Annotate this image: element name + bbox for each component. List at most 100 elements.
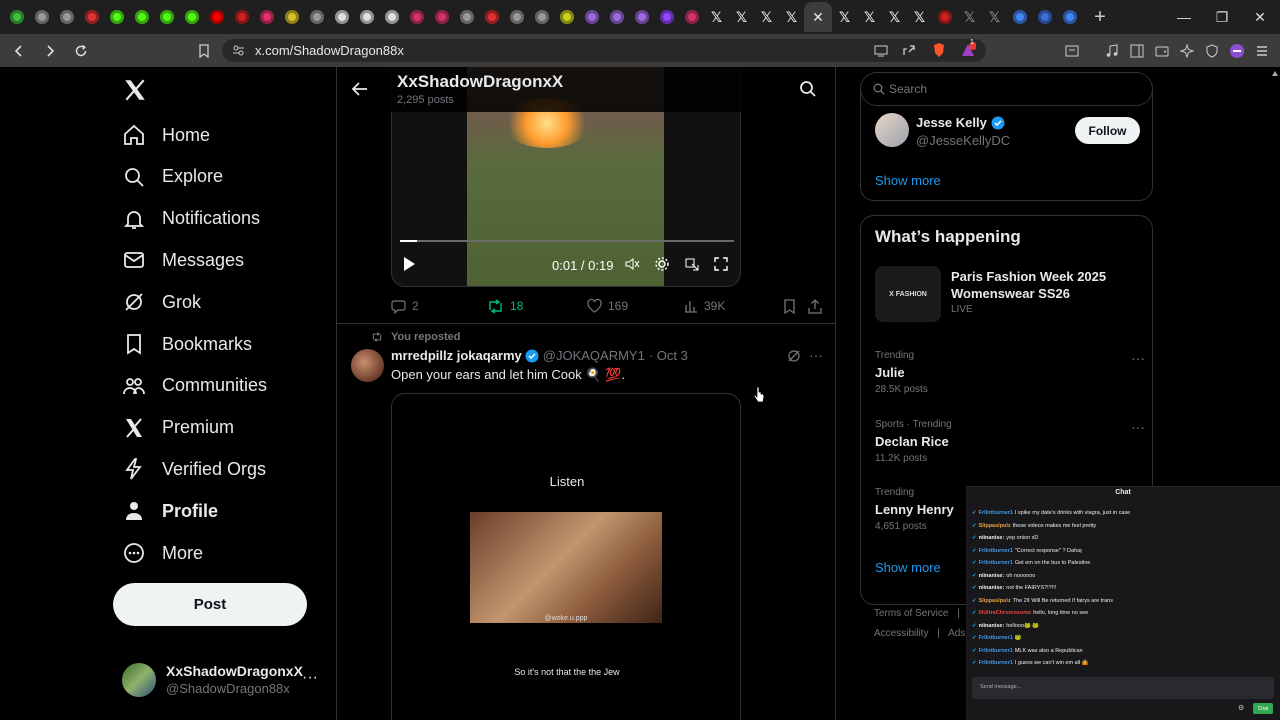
browser-tab[interactable]: 𝕏 xyxy=(957,2,982,32)
like-button[interactable]: 169 xyxy=(587,297,628,315)
browser-tab[interactable] xyxy=(229,2,254,32)
browser-tab[interactable]: 𝕏 xyxy=(754,2,779,32)
grok-icon[interactable] xyxy=(787,349,801,363)
nav-item-messages[interactable]: Messages xyxy=(122,240,244,280)
browser-tab[interactable] xyxy=(454,2,479,32)
browser-tab[interactable]: 𝕏 xyxy=(982,2,1007,32)
browser-tab[interactable] xyxy=(104,2,129,32)
terms-link[interactable]: Terms of Service xyxy=(874,608,948,619)
chat-username[interactable]: Fr0ntburner1 xyxy=(979,560,1013,566)
share-post-button[interactable] xyxy=(808,297,828,315)
show-more-link[interactable]: Show more xyxy=(875,173,941,188)
back-icon[interactable] xyxy=(6,38,31,63)
avatar[interactable] xyxy=(351,349,384,382)
nav-item-profile[interactable]: Profile xyxy=(122,491,218,531)
bookmark-button[interactable] xyxy=(783,297,802,315)
browser-tab[interactable]: 𝕏 xyxy=(729,2,754,32)
back-arrow-icon[interactable] xyxy=(351,80,369,98)
browser-tab[interactable]: 𝕏 xyxy=(832,2,857,32)
chat-username[interactable]: 0hXtraChromosome xyxy=(979,610,1032,616)
browser-tab[interactable] xyxy=(404,2,429,32)
brave-shield-icon[interactable] xyxy=(932,42,946,58)
chat-username[interactable]: Fr0ntburner1 xyxy=(979,648,1013,654)
nav-item-verified-orgs[interactable]: Verified Orgs xyxy=(122,449,266,489)
browser-tab[interactable] xyxy=(579,2,604,32)
browser-tab[interactable] xyxy=(79,2,104,32)
browser-tab[interactable] xyxy=(329,2,354,32)
trend-item[interactable]: Sports · Trending Declan Rice 11.2K posts ·… xyxy=(875,419,1145,475)
video-player[interactable]: Listen @woke.u.ppp So it's not that the … xyxy=(391,393,741,720)
scroll-up-icon[interactable] xyxy=(1272,71,1278,76)
show-more-link[interactable]: Show more xyxy=(875,560,941,575)
browser-tab[interactable] xyxy=(654,2,679,32)
browser-tab[interactable] xyxy=(504,2,529,32)
browser-tab[interactable] xyxy=(154,2,179,32)
nav-item-communities[interactable]: Communities xyxy=(122,366,267,406)
repost-button[interactable]: 18 xyxy=(487,297,523,315)
browser-tab[interactable] xyxy=(1032,2,1057,32)
browser-tab[interactable] xyxy=(179,2,204,32)
site-info-icon[interactable] xyxy=(232,44,245,57)
browser-tab[interactable] xyxy=(679,2,704,32)
browser-tab[interactable] xyxy=(4,2,29,32)
nav-item-explore[interactable]: Explore xyxy=(122,157,223,197)
search-input[interactable]: Search xyxy=(860,72,1153,106)
trend-item[interactable]: Trending Julie 28.5K posts ··· xyxy=(875,350,1145,406)
chat-username[interactable]: Fr0ntburner1 xyxy=(979,548,1013,554)
browser-tab[interactable]: 𝕏 xyxy=(704,2,729,32)
tab-search-icon[interactable] xyxy=(1062,41,1082,61)
chat-username[interactable]: Fr0ntburner1 xyxy=(979,660,1013,666)
browser-tab[interactable] xyxy=(604,2,629,32)
restore-icon[interactable]: ❐ xyxy=(1203,0,1241,34)
chat-username[interactable]: Fr0ntburner1 xyxy=(979,635,1013,641)
settings-gear-icon[interactable] xyxy=(654,254,670,274)
sidebar-icon[interactable] xyxy=(1127,41,1147,61)
browser-tab[interactable] xyxy=(932,2,957,32)
accessibility-link[interactable]: Accessibility xyxy=(874,628,928,639)
browser-tab[interactable] xyxy=(554,2,579,32)
share-icon[interactable] xyxy=(902,43,916,57)
chat-username[interactable]: Slippaslpulz xyxy=(979,598,1011,604)
browser-tab[interactable] xyxy=(54,2,79,32)
browser-tab[interactable]: 𝕏 xyxy=(857,2,882,32)
chat-username[interactable]: Fr0ntburner1 xyxy=(979,510,1013,516)
browser-tab[interactable] xyxy=(254,2,279,32)
browser-tab[interactable]: 𝕏 xyxy=(779,2,804,32)
new-tab-button[interactable]: + xyxy=(1086,3,1114,31)
nav-item-grok[interactable]: Grok xyxy=(122,282,201,322)
browser-tab[interactable] xyxy=(279,2,304,32)
chat-username[interactable]: Slippaslpulz xyxy=(979,523,1011,529)
video-progress-bar[interactable] xyxy=(400,240,734,242)
nav-item-bookmarks[interactable]: Bookmarks xyxy=(122,324,252,364)
chat-username[interactable]: niinanise: xyxy=(979,573,1005,579)
chat-username[interactable]: niinanise: xyxy=(979,585,1005,591)
browser-tab[interactable] xyxy=(129,2,154,32)
wallet-icon[interactable] xyxy=(1152,41,1172,61)
browser-tab[interactable] xyxy=(1057,2,1082,32)
chat-username[interactable]: niinanise: xyxy=(979,623,1005,629)
follow-button[interactable]: Follow xyxy=(1075,117,1140,144)
x-logo-icon[interactable] xyxy=(122,77,148,103)
reload-icon[interactable] xyxy=(68,38,93,63)
pip-icon[interactable] xyxy=(684,254,700,274)
chat-settings-gear-icon[interactable]: ⚙ xyxy=(1238,704,1244,712)
browser-tab[interactable] xyxy=(29,2,54,32)
views-button[interactable]: 39K xyxy=(684,297,725,315)
suggest-name[interactable]: Jesse Kelly xyxy=(916,115,1005,130)
reply-button[interactable]: 2 xyxy=(391,297,419,315)
play-icon[interactable] xyxy=(402,254,416,274)
event-title[interactable]: Paris Fashion Week 2025 Womenswear SS26 xyxy=(951,268,1141,302)
profile-extension-icon[interactable] xyxy=(1227,41,1247,61)
browser-tab[interactable] xyxy=(204,2,229,32)
browser-tab[interactable] xyxy=(479,2,504,32)
account-switcher[interactable]: XxShadowDragonxX @ShadowDragon88x ··· xyxy=(122,663,332,699)
nav-item-more[interactable]: More xyxy=(122,533,203,573)
avatar[interactable] xyxy=(875,113,909,147)
browser-tab[interactable] xyxy=(529,2,554,32)
forward-icon[interactable] xyxy=(37,38,62,63)
leo-ai-icon[interactable] xyxy=(1177,41,1197,61)
chat-send-button[interactable]: Chat xyxy=(1253,703,1273,714)
more-dots-icon[interactable]: ··· xyxy=(1131,419,1145,435)
browser-tab[interactable]: 𝕏 xyxy=(907,2,932,32)
menu-icon[interactable] xyxy=(1252,41,1272,61)
